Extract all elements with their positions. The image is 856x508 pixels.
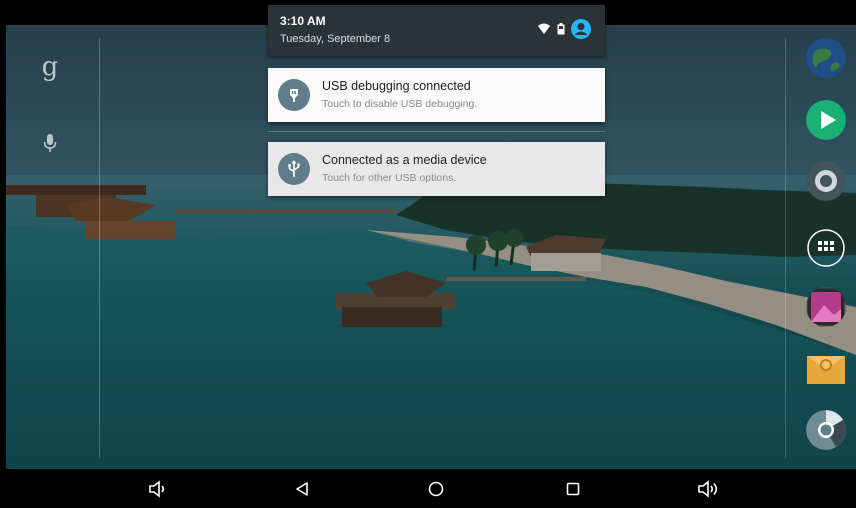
camera-icon[interactable]	[806, 161, 846, 201]
wifi-icon	[538, 23, 550, 34]
notification-shade-header[interactable]: 3:10 AM Tuesday, September 8	[268, 5, 605, 56]
recents-icon[interactable]	[561, 477, 585, 501]
dock-divider	[785, 38, 786, 458]
search-bar-divider	[99, 38, 100, 458]
status-icons	[537, 19, 591, 39]
globe-icon[interactable]	[806, 38, 846, 78]
notification-title: USB debugging connected	[322, 79, 471, 93]
play-store-icon[interactable]	[806, 100, 846, 140]
android-screen: g 3:10 AM Tuesday, September 8 USB debug…	[0, 0, 856, 508]
notification-subtitle: Touch to disable USB debugging.	[322, 98, 478, 110]
navigation-bar	[0, 469, 856, 508]
notification-divider	[268, 131, 605, 132]
mic-icon[interactable]	[43, 133, 57, 153]
gallery-icon[interactable]	[806, 287, 846, 327]
email-icon[interactable]	[806, 348, 846, 388]
back-icon[interactable]	[290, 477, 314, 501]
clock-date: Tuesday, September 8	[280, 33, 391, 45]
user-icon[interactable]	[571, 19, 591, 39]
apps-drawer-icon[interactable]	[806, 228, 846, 268]
usb-debug-icon	[278, 79, 310, 111]
notification-subtitle: Touch for other USB options.	[322, 172, 457, 184]
clock-time: 3:10 AM	[280, 14, 326, 28]
chrome-icon[interactable]	[806, 410, 846, 450]
battery-icon	[557, 23, 565, 35]
home-icon[interactable]	[424, 477, 448, 501]
volume-down-icon[interactable]	[147, 477, 171, 501]
notification-media-device[interactable]: Connected as a media device Touch for ot…	[268, 142, 605, 196]
volume-up-icon[interactable]	[697, 477, 721, 501]
google-search-icon[interactable]: g	[38, 52, 62, 82]
notification-usb-debugging[interactable]: USB debugging connected Touch to disable…	[268, 68, 605, 122]
usb-icon	[278, 153, 310, 185]
notification-title: Connected as a media device	[322, 153, 487, 167]
